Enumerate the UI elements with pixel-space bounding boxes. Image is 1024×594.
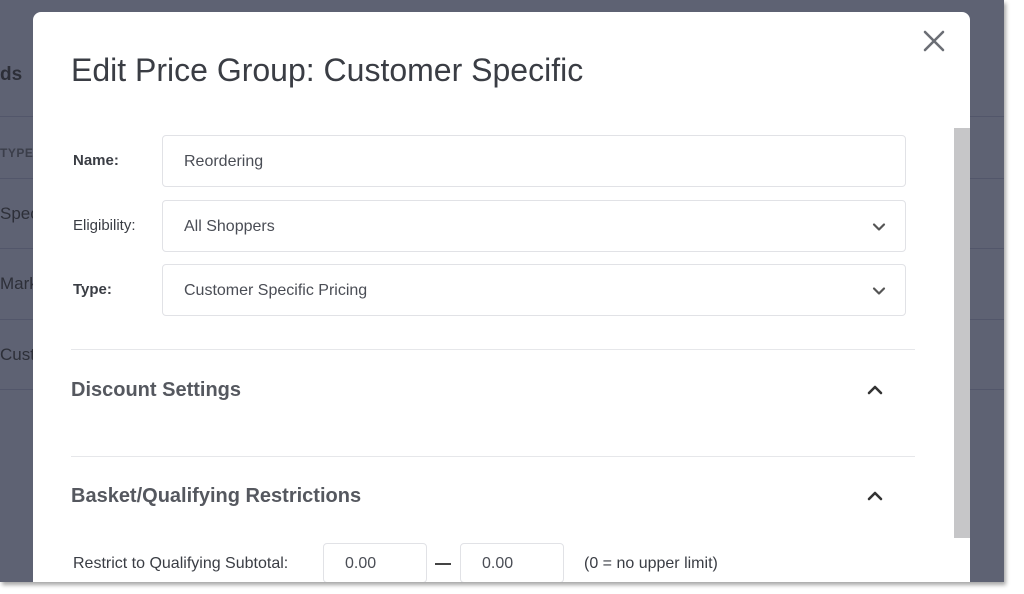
section-divider bbox=[71, 456, 915, 457]
eligibility-select-value: All Shoppers bbox=[184, 218, 275, 235]
background-row: Cust bbox=[0, 345, 35, 364]
subtotal-max-value: 0.00 bbox=[482, 555, 514, 572]
eligibility-select[interactable]: All Shoppers bbox=[162, 200, 906, 252]
type-select-value: Customer Specific Pricing bbox=[184, 282, 368, 299]
upper-limit-hint: (0 = no upper limit) bbox=[584, 555, 718, 572]
modal-scrollbar[interactable] bbox=[954, 128, 970, 538]
chevron-up-icon[interactable] bbox=[864, 485, 886, 507]
chevron-down-icon bbox=[872, 287, 886, 295]
eligibility-row: Eligibility: All Shoppers bbox=[33, 200, 913, 252]
qualifying-subtotal-label: Restrict to Qualifying Subtotal: bbox=[73, 555, 289, 572]
close-icon bbox=[923, 30, 945, 52]
subtotal-min-value: 0.00 bbox=[345, 555, 377, 572]
type-label: Type: bbox=[73, 281, 112, 298]
name-input-value: Reordering bbox=[184, 153, 264, 170]
background-column-header: TYPE bbox=[0, 146, 34, 160]
modal-title: Edit Price Group: Customer Specific bbox=[71, 52, 584, 88]
discount-settings-title[interactable]: Discount Settings bbox=[71, 379, 241, 402]
basket-restrictions-title[interactable]: Basket/Qualifying Restrictions bbox=[71, 485, 361, 508]
subtotal-min-input[interactable]: 0.00 bbox=[323, 543, 427, 582]
name-row: Name: Reordering bbox=[33, 135, 913, 187]
type-row: Type: Customer Specific Pricing bbox=[33, 264, 913, 316]
type-select[interactable]: Customer Specific Pricing bbox=[162, 264, 906, 316]
range-dash bbox=[435, 563, 451, 565]
name-input[interactable]: Reordering bbox=[162, 135, 906, 187]
section-divider bbox=[71, 349, 915, 350]
subtotal-max-input[interactable]: 0.00 bbox=[460, 543, 564, 582]
eligibility-label: Eligibility: bbox=[73, 217, 136, 234]
name-label: Name: bbox=[73, 152, 119, 169]
close-button[interactable] bbox=[921, 28, 947, 54]
chevron-up-icon[interactable] bbox=[864, 379, 886, 401]
app-frame: ds TYPE Spec Mark Cust Edit Price Group:… bbox=[0, 0, 1004, 582]
chevron-down-icon bbox=[872, 223, 886, 231]
background-heading: ds bbox=[0, 64, 23, 85]
edit-price-group-modal: Edit Price Group: Customer Specific Name… bbox=[33, 12, 970, 582]
